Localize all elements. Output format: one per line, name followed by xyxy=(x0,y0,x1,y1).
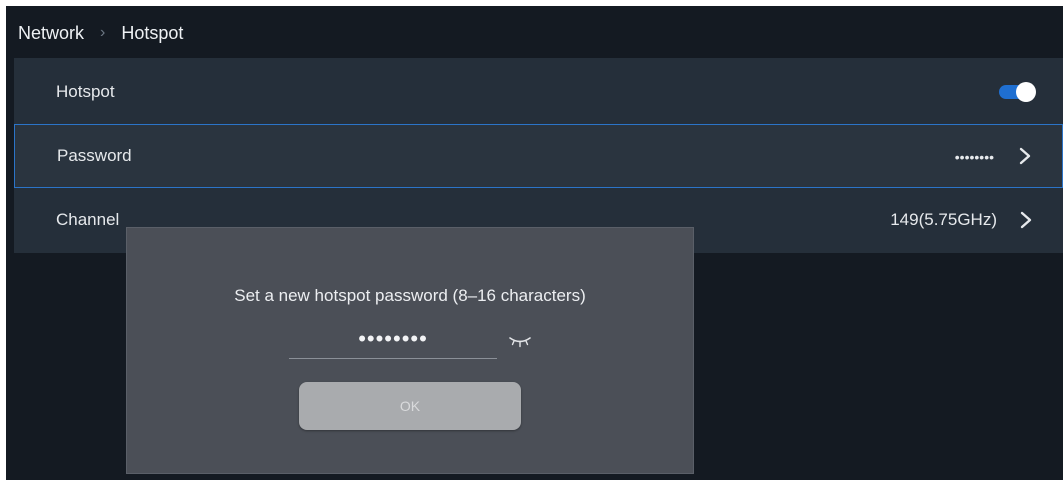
breadcrumb-separator: › xyxy=(100,24,106,41)
password-masked-value: •••••••• xyxy=(954,149,994,165)
dialog-prompt: Set a new hotspot password (8–16 charact… xyxy=(234,286,586,305)
hotspot-toggle[interactable] xyxy=(999,82,1036,102)
settings-list: Hotspot Password •••••••• Channel 149(5.… xyxy=(14,58,1063,253)
password-dialog: Set a new hotspot password (8–16 charact… xyxy=(126,227,694,474)
hotspot-label: Hotspot xyxy=(56,82,115,101)
eye-closed-icon[interactable] xyxy=(508,334,532,348)
password-input[interactable]: •••••••• xyxy=(289,320,497,359)
ok-button[interactable]: OK xyxy=(299,382,521,430)
channel-label: Channel xyxy=(56,210,120,229)
breadcrumb-network[interactable]: Network xyxy=(18,23,84,44)
hotspot-row[interactable]: Hotspot xyxy=(14,60,1063,124)
channel-value: 149(5.75GHz) xyxy=(890,210,997,229)
breadcrumb-hotspot: Hotspot xyxy=(121,22,184,43)
chevron-right-icon xyxy=(1020,211,1032,229)
breadcrumb: Network › Hotspot xyxy=(18,20,183,46)
password-row[interactable]: Password •••••••• xyxy=(14,124,1063,188)
hotspot-screen: Network › Hotspot Hotspot Password •••••… xyxy=(6,6,1063,480)
password-label: Password xyxy=(57,146,132,165)
toggle-knob xyxy=(1016,82,1036,102)
chevron-right-icon xyxy=(1019,147,1031,165)
